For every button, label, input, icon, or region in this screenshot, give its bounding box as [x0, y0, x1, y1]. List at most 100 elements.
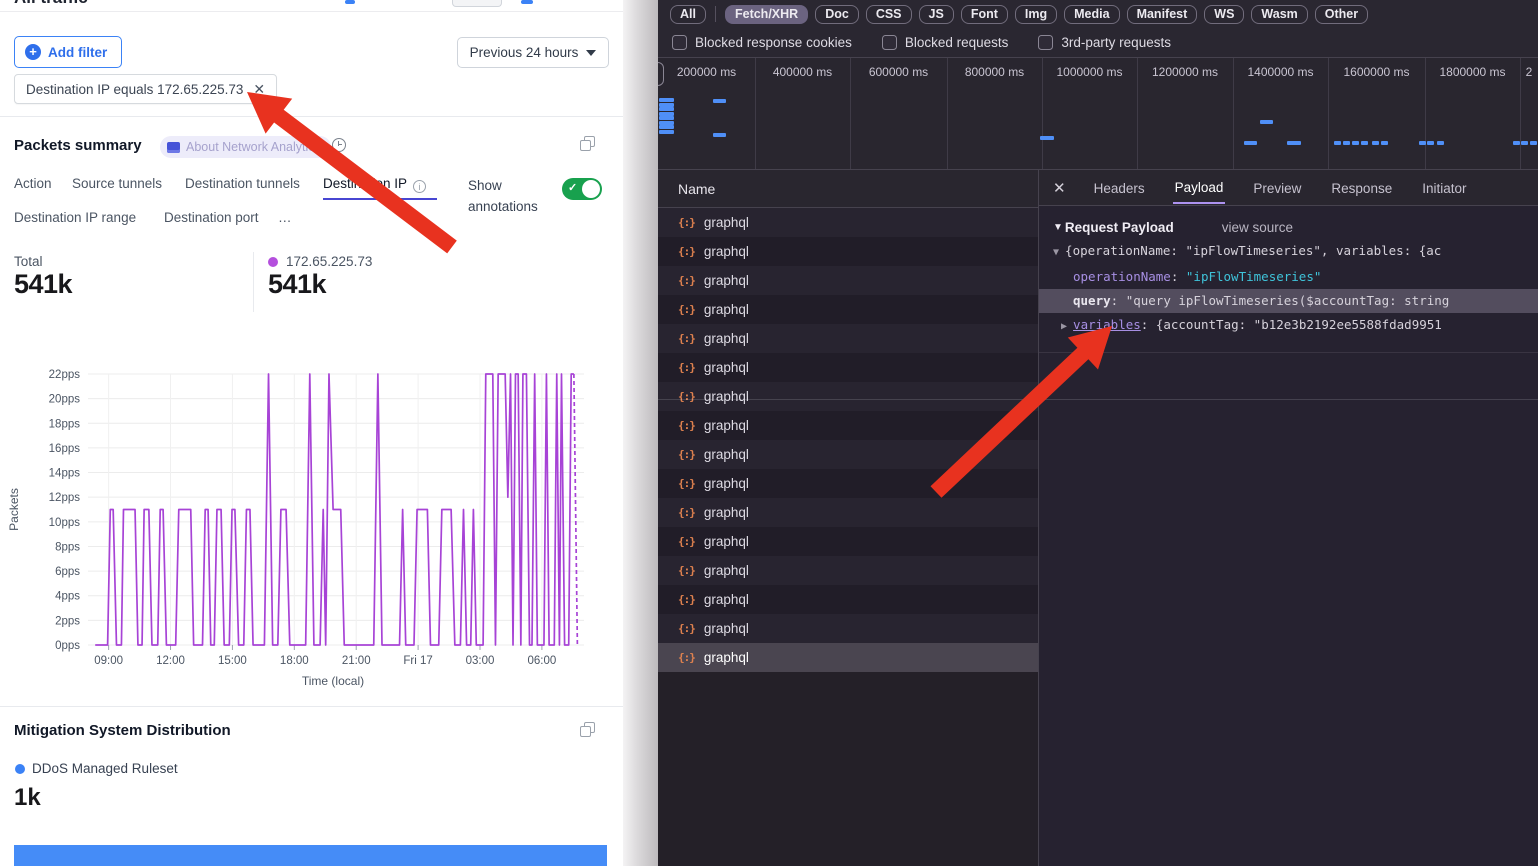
- checkbox-icon[interactable]: [1038, 35, 1053, 50]
- mitigation-legend: DDoS Managed Ruleset: [32, 761, 178, 776]
- request-waterfall-bar: [1334, 141, 1341, 145]
- svg-text:18:00: 18:00: [280, 655, 309, 667]
- filter-pill[interactable]: Destination IP equals 172.65.225.73 ✕: [14, 74, 277, 104]
- about-network-analytics-badge[interactable]: About Network Analytics: [160, 136, 331, 158]
- stat-total: Total 541k: [14, 254, 72, 300]
- summary-tab-more[interactable]: …: [278, 210, 292, 225]
- filter-chip-css[interactable]: CSS: [866, 5, 912, 24]
- detail-tab-payload[interactable]: Payload: [1173, 172, 1226, 204]
- detail-tab-initiator[interactable]: Initiator: [1420, 173, 1468, 203]
- divider: [0, 706, 623, 707]
- filter-chip-fetch-xhr[interactable]: Fetch/XHR: [725, 5, 808, 24]
- divider: [0, 116, 623, 117]
- summary-tab-destination-ip[interactable]: Destination IPi: [323, 176, 426, 193]
- payload-line[interactable]: operationName: "ipFlowTimeseries": [1039, 265, 1538, 289]
- filter-chip-other[interactable]: Other: [1315, 5, 1368, 24]
- request-row-graphql[interactable]: {:}graphql: [658, 237, 1038, 266]
- detail-tab-preview[interactable]: Preview: [1251, 173, 1303, 203]
- legend-dot: [15, 764, 25, 774]
- svg-text:12pps: 12pps: [49, 492, 81, 504]
- packets-summary-title: Packets summary: [14, 137, 142, 154]
- name-column-header[interactable]: Name: [658, 170, 1038, 208]
- filter-chip-ws[interactable]: WS: [1204, 5, 1244, 24]
- filter-chip-all[interactable]: All: [670, 5, 706, 24]
- request-waterfall-bar: [1287, 141, 1301, 145]
- network-timeline[interactable]: 200000 ms400000 ms600000 ms800000 ms1000…: [658, 58, 1538, 170]
- timeline-label: 1800000 ms: [1425, 65, 1520, 79]
- request-row-graphql[interactable]: {:}graphql: [658, 208, 1038, 237]
- request-row-graphql[interactable]: {:}graphql: [658, 411, 1038, 440]
- payload-line[interactable]: ▶ variables: {accountTag: "b12e3b2192ee5…: [1039, 313, 1538, 339]
- request-waterfall-bar: [1419, 141, 1426, 145]
- close-icon[interactable]: ✕: [1053, 179, 1066, 197]
- view-source-link[interactable]: view source: [1222, 220, 1293, 235]
- summary-tab-action[interactable]: Action: [14, 176, 52, 191]
- filter-chip-media[interactable]: Media: [1064, 5, 1119, 24]
- request-row-graphql[interactable]: {:}graphql: [658, 440, 1038, 469]
- timeline-label: 1400000 ms: [1233, 65, 1328, 79]
- json-braces-icon: {:}: [678, 303, 695, 316]
- series-dot: [268, 257, 278, 267]
- payload-line[interactable]: query: "query ipFlowTimeseries($accountT…: [1039, 289, 1538, 313]
- request-row-graphql[interactable]: {:}graphql: [658, 469, 1038, 498]
- request-row-graphql[interactable]: {:}graphql: [658, 643, 1038, 672]
- request-waterfall-bar: [713, 99, 726, 103]
- request-payload-row: ▼ Request Payload view source: [1039, 206, 1538, 239]
- request-waterfall-bar: [659, 125, 674, 129]
- filter-chip-manifest[interactable]: Manifest: [1127, 5, 1198, 24]
- filter-chip-doc[interactable]: Doc: [815, 5, 859, 24]
- request-row-graphql[interactable]: {:}graphql: [658, 556, 1038, 585]
- json-braces-icon: {:}: [678, 361, 695, 374]
- checkbox-blocked-requests[interactable]: Blocked requests: [882, 35, 1009, 50]
- summary-tab-source-tunnels[interactable]: Source tunnels: [72, 176, 162, 191]
- timeline-label: 1200000 ms: [1137, 65, 1233, 79]
- mitigation-value: 1k: [14, 784, 41, 812]
- request-row-graphql[interactable]: {:}graphql: [658, 353, 1038, 382]
- summary-tab-destination-tunnels[interactable]: Destination tunnels: [185, 176, 300, 191]
- divider: [715, 6, 716, 22]
- request-row-graphql[interactable]: {:}graphql: [658, 266, 1038, 295]
- json-braces-icon: {:}: [678, 477, 695, 490]
- checkbox-icon[interactable]: [672, 35, 687, 50]
- request-row-graphql[interactable]: {:}graphql: [658, 382, 1038, 411]
- filter-chip-img[interactable]: Img: [1015, 5, 1057, 24]
- collapse-triangle-icon[interactable]: ▼: [1053, 222, 1063, 233]
- divider: [0, 11, 623, 12]
- request-row-graphql[interactable]: {:}graphql: [658, 324, 1038, 353]
- detail-tab-response[interactable]: Response: [1329, 173, 1394, 203]
- svg-text:18pps: 18pps: [49, 418, 81, 430]
- chart-canvas: 0pps2pps4pps6pps8pps10pps12pps14pps16pps…: [0, 352, 620, 702]
- add-filter-button[interactable]: + Add filter: [14, 36, 122, 68]
- devtools-window: All Fetch/XHR Doc CSS JS Font Img Media Manifest…: [658, 0, 1538, 866]
- expand-panel-icon[interactable]: [580, 136, 596, 152]
- request-row-graphql[interactable]: {:}graphql: [658, 295, 1038, 324]
- checkbox-icon[interactable]: [882, 35, 897, 50]
- page-title: All traffic: [14, 0, 88, 8]
- filter-chip-font[interactable]: Font: [961, 5, 1008, 24]
- json-braces-icon: {:}: [678, 651, 695, 664]
- payload-line[interactable]: ▼ {operationName: "ipFlowTimeseries", va…: [1039, 239, 1538, 265]
- expand-panel-icon[interactable]: [580, 722, 596, 738]
- filter-chip-js[interactable]: JS: [919, 5, 954, 24]
- checkbox-3rd-party-requests[interactable]: 3rd-party requests: [1038, 35, 1171, 50]
- summary-tab-destination-ip-range[interactable]: Destination IP range: [14, 210, 136, 225]
- time-range-dropdown[interactable]: Previous 24 hours: [457, 37, 609, 68]
- stat-destination-ip: 172.65.225.73 541k: [268, 254, 372, 300]
- request-row-graphql[interactable]: {:}graphql: [658, 498, 1038, 527]
- json-braces-icon: {:}: [678, 390, 695, 403]
- request-row-graphql[interactable]: {:}graphql: [658, 585, 1038, 614]
- svg-text:8pps: 8pps: [55, 541, 80, 553]
- show-annotations-toggle[interactable]: ✓: [562, 178, 602, 200]
- checkbox-blocked-response-cookies[interactable]: Blocked response cookies: [672, 35, 852, 50]
- request-filter-checkboxes: Blocked response cookies Blocked requests…: [658, 28, 1538, 58]
- remove-filter-icon[interactable]: ✕: [253, 81, 265, 98]
- detail-tab-headers[interactable]: Headers: [1092, 173, 1147, 203]
- timeline-label: 1600000 ms: [1328, 65, 1425, 79]
- request-row-graphql[interactable]: {:}graphql: [658, 614, 1038, 643]
- request-waterfall-bar: [1437, 141, 1444, 145]
- summary-tab-destination-port[interactable]: Destination port: [164, 210, 259, 225]
- request-row-graphql[interactable]: {:}graphql: [658, 527, 1038, 556]
- request-waterfall-bar: [1352, 141, 1359, 145]
- filter-chip-wasm[interactable]: Wasm: [1251, 5, 1307, 24]
- svg-text:06:00: 06:00: [528, 655, 557, 667]
